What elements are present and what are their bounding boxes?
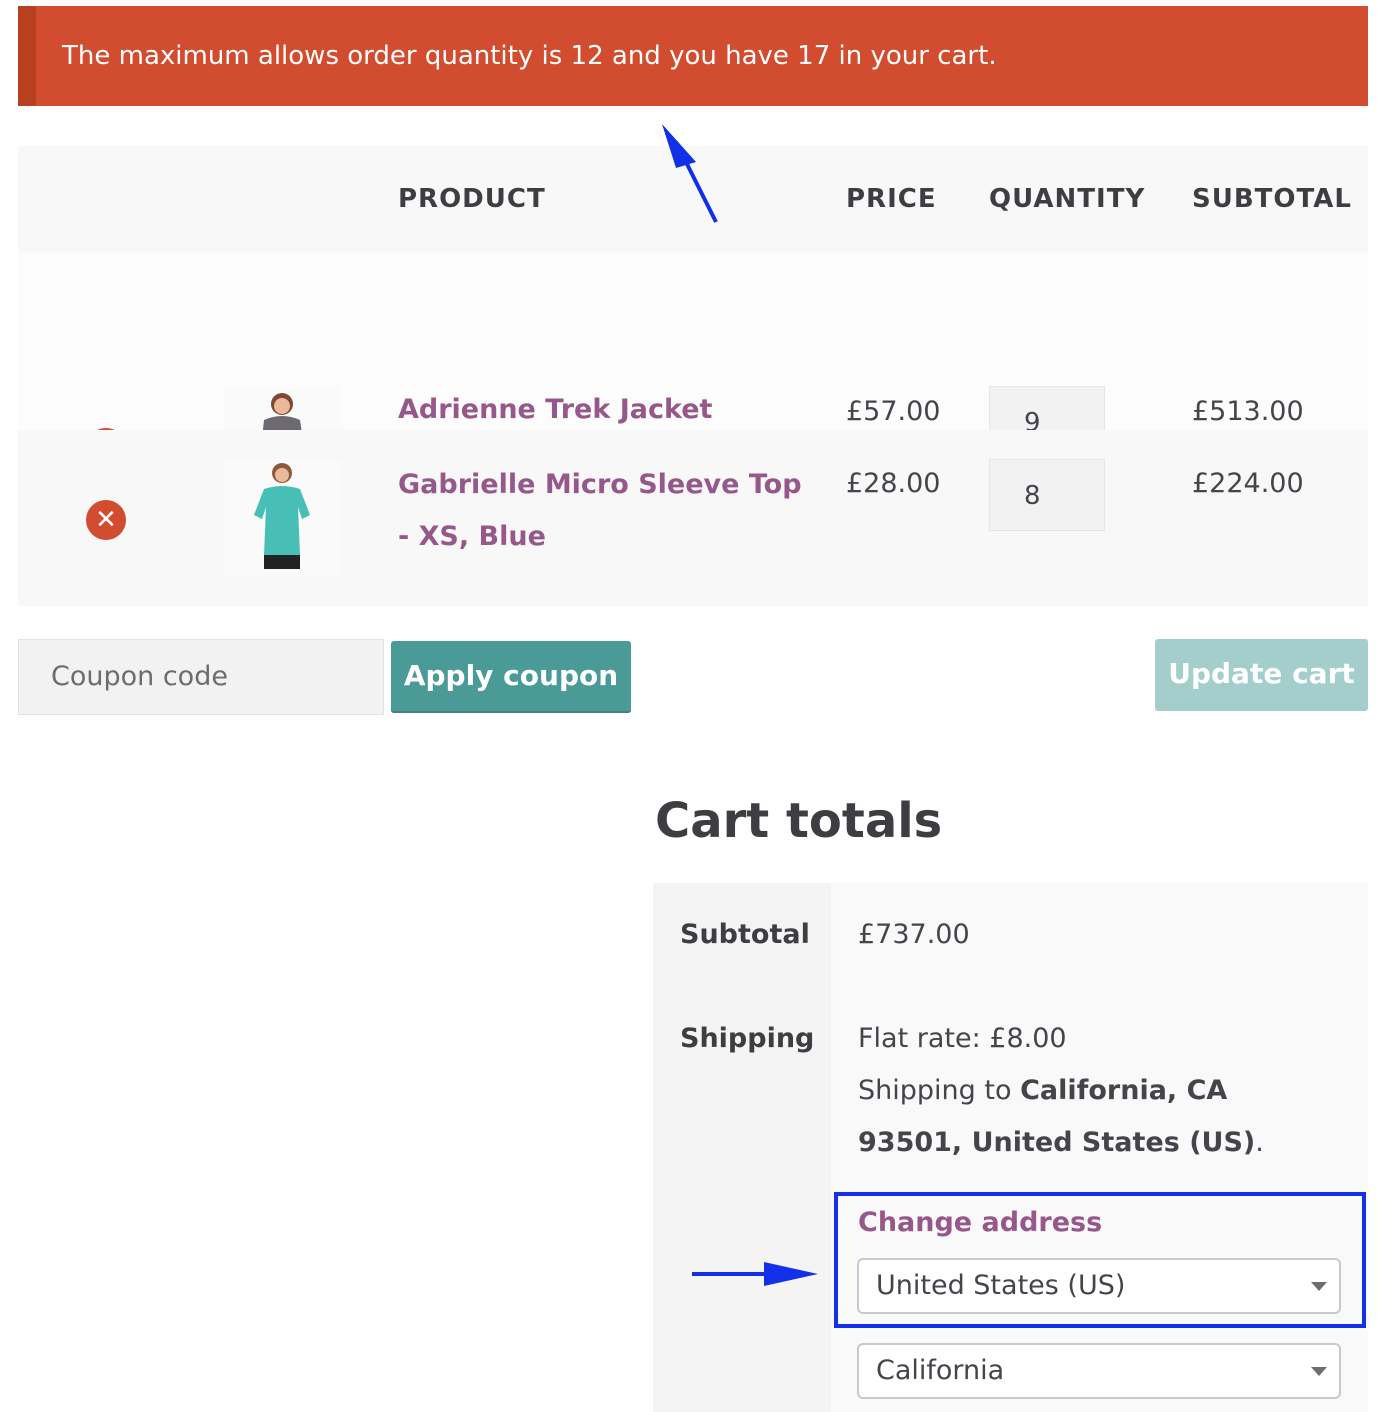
totals-label-column bbox=[653, 883, 831, 1412]
shipping-destination-text: Shipping to California, CA 93501, United… bbox=[858, 1065, 1338, 1169]
cart-totals-table: Subtotal £737.00 Shipping Flat rate: £8.… bbox=[653, 883, 1368, 1412]
product-price: £57.00 bbox=[846, 396, 941, 427]
apply-coupon-button[interactable]: Apply coupon bbox=[391, 641, 631, 713]
product-subtotal: £513.00 bbox=[1192, 396, 1304, 427]
product-link[interactable]: Adrienne Trek Jacket bbox=[398, 384, 818, 436]
shipping-to-prefix: Shipping to bbox=[858, 1075, 1021, 1106]
cart-row: ✕ Adrienne Trek Jacket £57.00 9 £513.00 bbox=[18, 252, 1368, 504]
product-subtotal: £224.00 bbox=[1192, 468, 1304, 499]
cart-table-header: PRODUCT PRICE QUANTITY SUBTOTAL bbox=[18, 146, 1368, 252]
header-product: PRODUCT bbox=[398, 184, 546, 214]
subtotal-label: Subtotal bbox=[680, 919, 810, 950]
shipping-label: Shipping bbox=[680, 1023, 815, 1054]
error-notice-text: The maximum allows order quantity is 12 … bbox=[62, 41, 997, 71]
subtotal-value: £737.00 bbox=[858, 919, 970, 950]
header-subtotal: SUBTOTAL bbox=[1192, 184, 1352, 214]
product-price: £28.00 bbox=[846, 468, 941, 499]
state-select-value: California bbox=[876, 1355, 1005, 1386]
coupon-code-input[interactable]: Coupon code bbox=[18, 639, 384, 715]
product-link[interactable]: Gabrielle Micro Sleeve Top - XS, Blue bbox=[398, 459, 818, 563]
header-quantity: QUANTITY bbox=[989, 184, 1146, 214]
top-image bbox=[254, 463, 310, 569]
update-cart-button[interactable]: Update cart bbox=[1155, 639, 1368, 711]
cart-totals-title: Cart totals bbox=[655, 793, 943, 849]
quantity-input[interactable]: 8 bbox=[989, 459, 1105, 531]
shipping-to-suffix: . bbox=[1255, 1127, 1264, 1158]
cart-table: PRODUCT PRICE QUANTITY SUBTOTAL ✕ Adrien… bbox=[18, 146, 1368, 606]
product-thumbnail[interactable] bbox=[224, 459, 342, 577]
state-select[interactable]: California bbox=[857, 1343, 1341, 1399]
annotation-highlight-box bbox=[834, 1192, 1366, 1328]
remove-item-icon[interactable]: ✕ bbox=[86, 500, 126, 540]
flat-rate-text: Flat rate: £8.00 bbox=[858, 1023, 1067, 1054]
chevron-down-icon bbox=[1311, 1367, 1327, 1376]
cart-row: ✕ Gabrielle Micro Sleeve Top - XS, Blue … bbox=[18, 430, 1368, 606]
error-notice: The maximum allows order quantity is 12 … bbox=[18, 6, 1368, 106]
header-price: PRICE bbox=[846, 184, 937, 214]
